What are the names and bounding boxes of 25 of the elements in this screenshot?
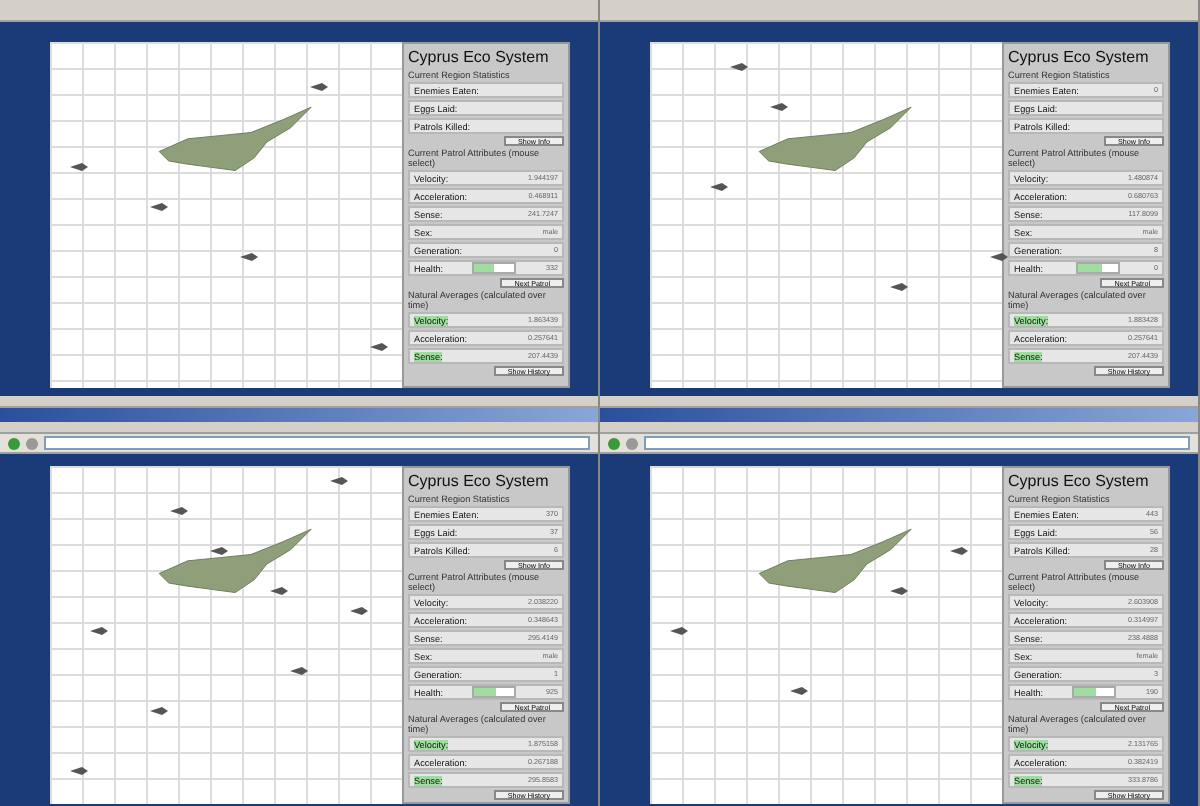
creature-icon: [950, 546, 968, 556]
creature-icon: [70, 766, 88, 776]
address-field[interactable]: [44, 436, 590, 450]
creature-icon: [710, 182, 728, 192]
creature-icon: [730, 62, 748, 72]
creature-icon: [330, 476, 348, 486]
creature-icon: [310, 82, 328, 92]
creature-icon: [770, 102, 788, 112]
creature-icon: [150, 706, 168, 716]
creature-icon: [890, 586, 908, 596]
creature-icon: [240, 252, 258, 262]
creature-icon: [350, 606, 368, 616]
creature-icon: [70, 162, 88, 172]
creature-icon: [370, 342, 388, 352]
creature-icon: [890, 282, 908, 292]
creature-icon: [170, 506, 188, 516]
creature-icon: [790, 686, 808, 696]
creature-icon: [90, 626, 108, 636]
creature-icon: [990, 252, 1008, 262]
creature-icon: [290, 666, 308, 676]
address-field[interactable]: [644, 436, 1190, 450]
creature-icon: [210, 546, 228, 556]
creature-icon: [270, 586, 288, 596]
creature-icon: [670, 626, 688, 636]
creature-icon: [150, 202, 168, 212]
